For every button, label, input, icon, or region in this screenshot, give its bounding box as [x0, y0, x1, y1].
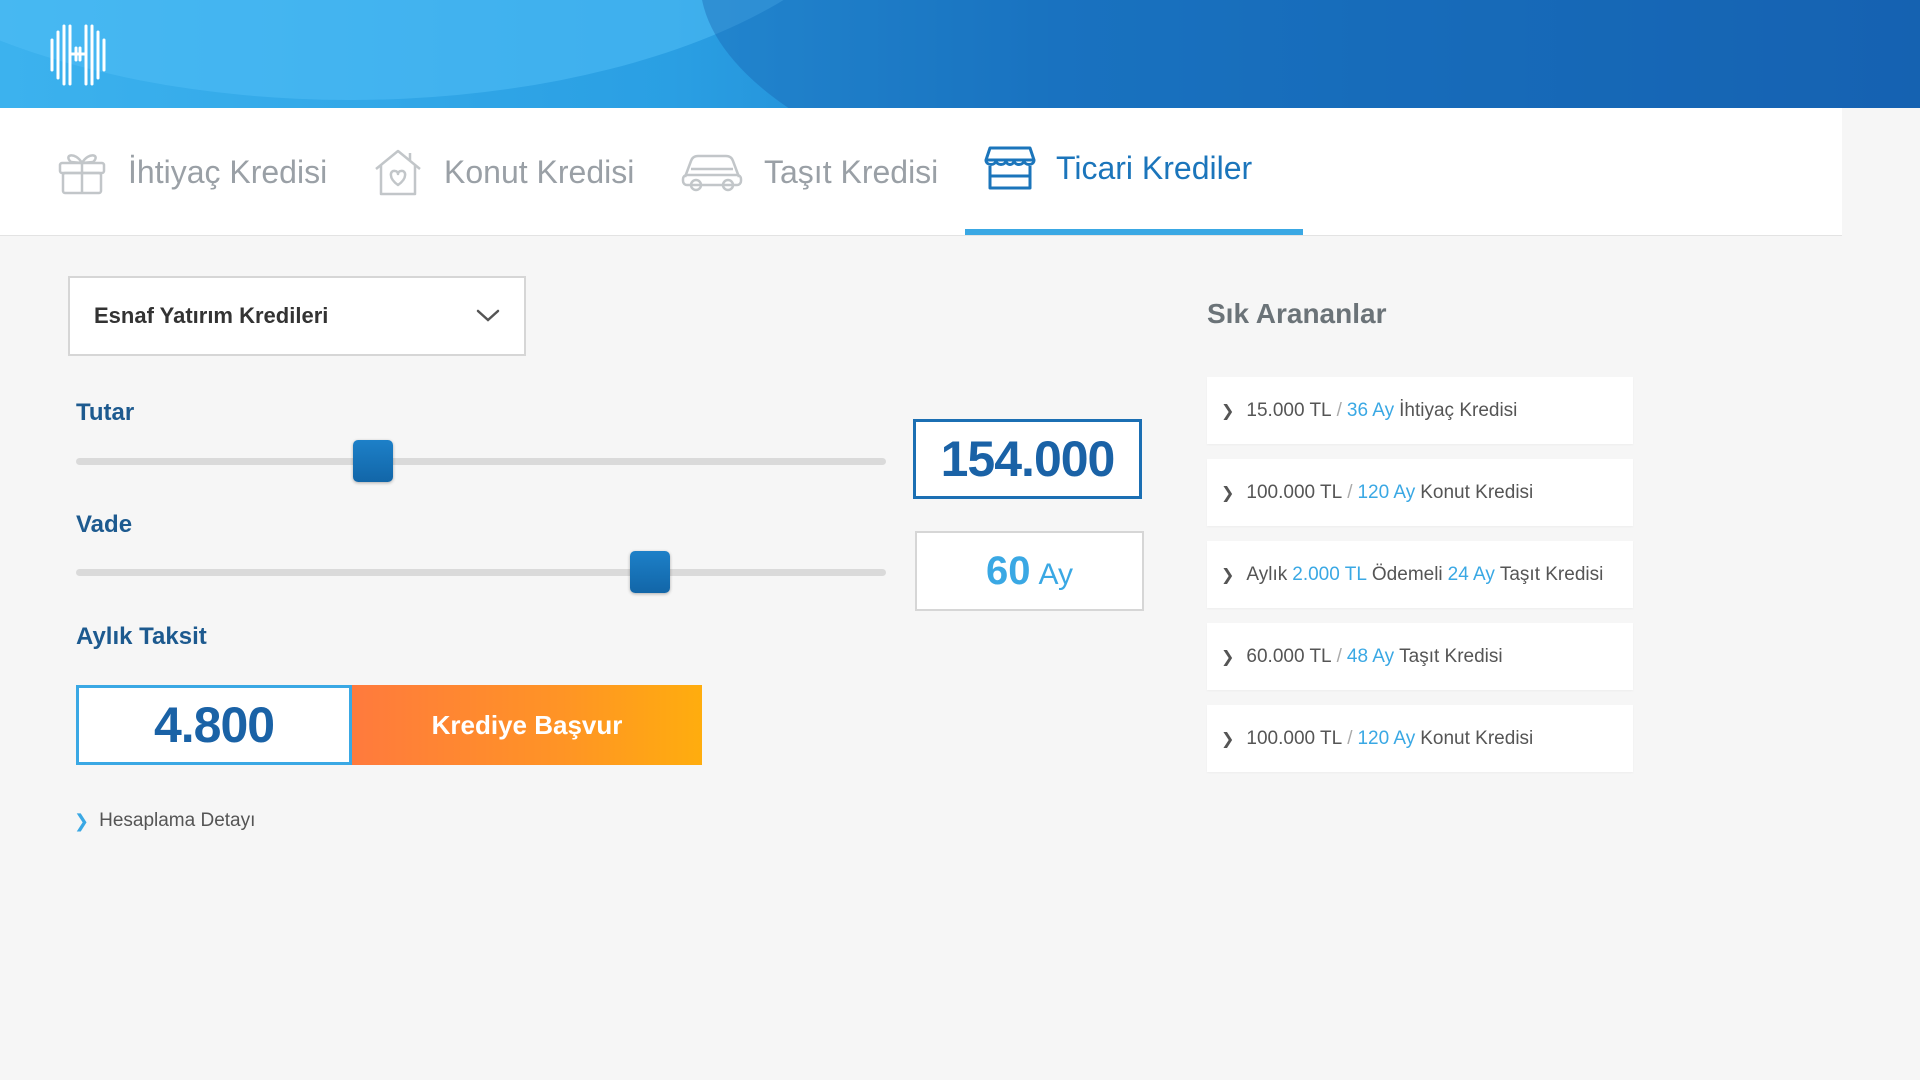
- item-term: 120 Ay: [1357, 727, 1416, 749]
- item-term: 120 Ay: [1357, 481, 1416, 503]
- item-type: Konut Kredisi: [1420, 481, 1534, 503]
- term-slider-track[interactable]: [76, 569, 886, 576]
- chevron-down-icon: [476, 309, 500, 322]
- tab-label: İhtiyaç Kredisi: [128, 153, 328, 190]
- item-type: İhtiyaç Kredisi: [1399, 399, 1518, 421]
- tab-label: Ticari Krediler: [1056, 149, 1253, 186]
- item-term: 24 Ay: [1447, 563, 1495, 585]
- tab-ticari-krediler[interactable]: Ticari Krediler: [984, 104, 1252, 232]
- chevron-right-icon: ❯: [1221, 648, 1235, 666]
- amount-slider-track[interactable]: [76, 458, 886, 465]
- item-separator: /: [1336, 399, 1342, 421]
- loan-type-selected: Esnaf Yatırım Kredileri: [94, 303, 329, 328]
- loan-category-tabs: İhtiyaç Kredisi Konut Kredisi Taşıt Kred…: [0, 108, 1842, 236]
- tab-label: Taşıt Kredisi: [764, 153, 939, 190]
- frequent-search-item[interactable]: ❯ 60.000 TL / 48 Ay Taşıt Kredisi: [1207, 623, 1633, 690]
- item-prefix: Aylık: [1246, 563, 1288, 585]
- monthly-payment-value: 4.800: [153, 697, 275, 753]
- amount-label: Tutar: [76, 399, 135, 426]
- chevron-right-icon: ❯: [1221, 484, 1235, 502]
- frequent-search-item[interactable]: ❯ 100.000 TL / 120 Ay Konut Kredisi: [1207, 459, 1633, 526]
- term-slider-thumb[interactable]: [630, 551, 671, 593]
- gift-icon: [56, 146, 108, 198]
- header-banner: [0, 0, 1920, 108]
- frequent-search-item[interactable]: ❯ Aylık 2.000 TL Ödemeli 24 Ay Taşıt Kre…: [1207, 541, 1633, 608]
- item-amount: 15.000 TL: [1246, 399, 1332, 421]
- item-amount: 100.000 TL: [1246, 727, 1343, 749]
- tab-ihtiyac-kredisi[interactable]: İhtiyaç Kredisi: [56, 108, 327, 236]
- tab-konut-kredisi[interactable]: Konut Kredisi: [372, 108, 634, 236]
- item-separator: /: [1347, 727, 1353, 749]
- item-middle: Ödemeli: [1371, 563, 1443, 585]
- frequent-search-item[interactable]: ❯ 100.000 TL / 120 Ay Konut Kredisi: [1207, 705, 1633, 772]
- item-amount: 2.000 TL: [1292, 563, 1367, 585]
- frequent-search-item[interactable]: ❯ 15.000 TL / 36 Ay İhtiyaç Kredisi: [1207, 377, 1633, 444]
- amount-value: 154.000: [940, 431, 1116, 487]
- item-amount: 60.000 TL: [1246, 645, 1332, 667]
- loan-type-dropdown[interactable]: Esnaf Yatırım Kredileri: [68, 276, 526, 356]
- chevron-right-icon: ❯: [1221, 730, 1235, 748]
- term-value-box[interactable]: 60 Ay: [915, 531, 1144, 611]
- tab-label: Konut Kredisi: [444, 153, 635, 190]
- amount-value-box[interactable]: 154.000: [913, 419, 1142, 499]
- tab-tasit-kredisi[interactable]: Taşıt Kredisi: [680, 108, 938, 236]
- halkbank-logo-icon[interactable]: [46, 18, 110, 90]
- frequent-searches-list: ❯ 15.000 TL / 36 Ay İhtiyaç Kredisi ❯ 10…: [1207, 377, 1633, 787]
- frequent-searches-title: Sık Arananlar: [1207, 298, 1387, 329]
- item-amount: 100.000 TL: [1246, 481, 1343, 503]
- item-type: Taşıt Kredisi: [1499, 563, 1604, 585]
- header-swoosh: [700, 0, 1920, 108]
- active-tab-indicator: [965, 229, 1303, 235]
- item-type: Taşıt Kredisi: [1399, 645, 1503, 667]
- monthly-payment-box: 4.800: [76, 685, 352, 765]
- chevron-right-icon: ❯: [74, 810, 90, 831]
- amount-slider[interactable]: [76, 440, 886, 484]
- amount-slider-thumb[interactable]: [353, 440, 394, 482]
- monthly-payment-label: Aylık Taksit: [76, 623, 207, 650]
- term-value: 60: [986, 548, 1031, 593]
- item-separator: /: [1347, 481, 1353, 503]
- item-term: 36 Ay: [1346, 399, 1395, 421]
- item-term: 48 Ay: [1346, 645, 1395, 667]
- car-icon: [680, 146, 744, 198]
- apply-for-loan-button[interactable]: Krediye Başvur: [352, 685, 702, 765]
- item-separator: /: [1336, 645, 1342, 667]
- chevron-right-icon: ❯: [1221, 402, 1235, 420]
- item-type: Konut Kredisi: [1420, 727, 1534, 749]
- storefront-icon: [984, 142, 1036, 194]
- calculation-detail-link[interactable]: ❯ Hesaplama Detayı: [74, 810, 255, 832]
- chevron-right-icon: ❯: [1221, 566, 1235, 584]
- calculation-detail-label: Hesaplama Detayı: [99, 810, 256, 831]
- term-label: Vade: [76, 511, 133, 538]
- house-heart-icon: [372, 146, 424, 198]
- term-slider[interactable]: [76, 551, 886, 595]
- term-unit: Ay: [1038, 558, 1073, 591]
